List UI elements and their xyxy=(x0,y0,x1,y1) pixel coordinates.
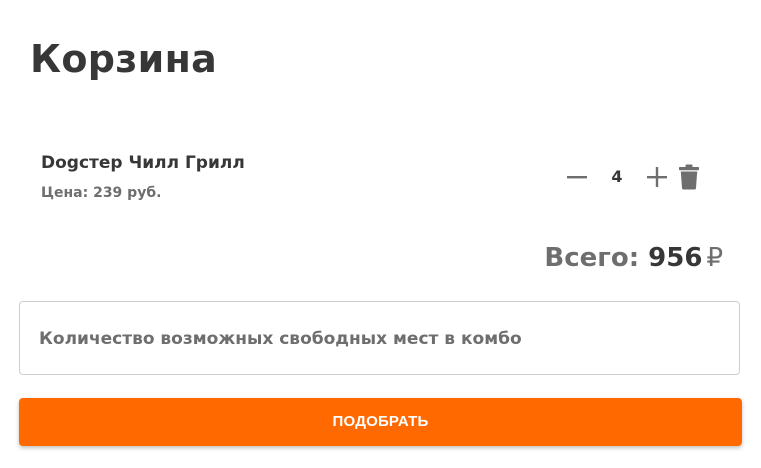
remove-item-button[interactable] xyxy=(674,162,704,192)
decrease-quantity-button[interactable] xyxy=(562,162,592,192)
currency-symbol: ₽ xyxy=(706,243,723,273)
total-amount: 956 xyxy=(648,243,703,273)
quantity-value: 4 xyxy=(611,167,623,186)
minus-icon xyxy=(567,176,587,179)
combo-free-slots-label: Количество возможных свободных мест в ко… xyxy=(39,329,522,349)
page-title: Корзина xyxy=(30,37,218,81)
cart-item: Dogстер Чилл Грилл Цена: 239 руб. 4 xyxy=(40,148,730,212)
item-price: Цена: 239 руб. xyxy=(41,184,161,202)
combo-free-slots-field[interactable]: Количество возможных свободных мест в ко… xyxy=(19,301,740,375)
item-price-value: 239 руб. xyxy=(93,185,162,201)
plus-icon xyxy=(647,167,667,187)
pick-button[interactable]: ПОДОБРАТЬ xyxy=(19,398,742,446)
total-label: Всего: xyxy=(544,243,640,273)
increase-quantity-button[interactable] xyxy=(642,162,672,192)
quantity-stepper: 4 xyxy=(562,162,704,192)
cart-total: Всего: 956 ₽ xyxy=(544,238,723,278)
trash-icon xyxy=(679,164,699,190)
item-name: Dogстер Чилл Грилл xyxy=(41,153,245,173)
item-price-label: Цена: xyxy=(41,185,89,201)
